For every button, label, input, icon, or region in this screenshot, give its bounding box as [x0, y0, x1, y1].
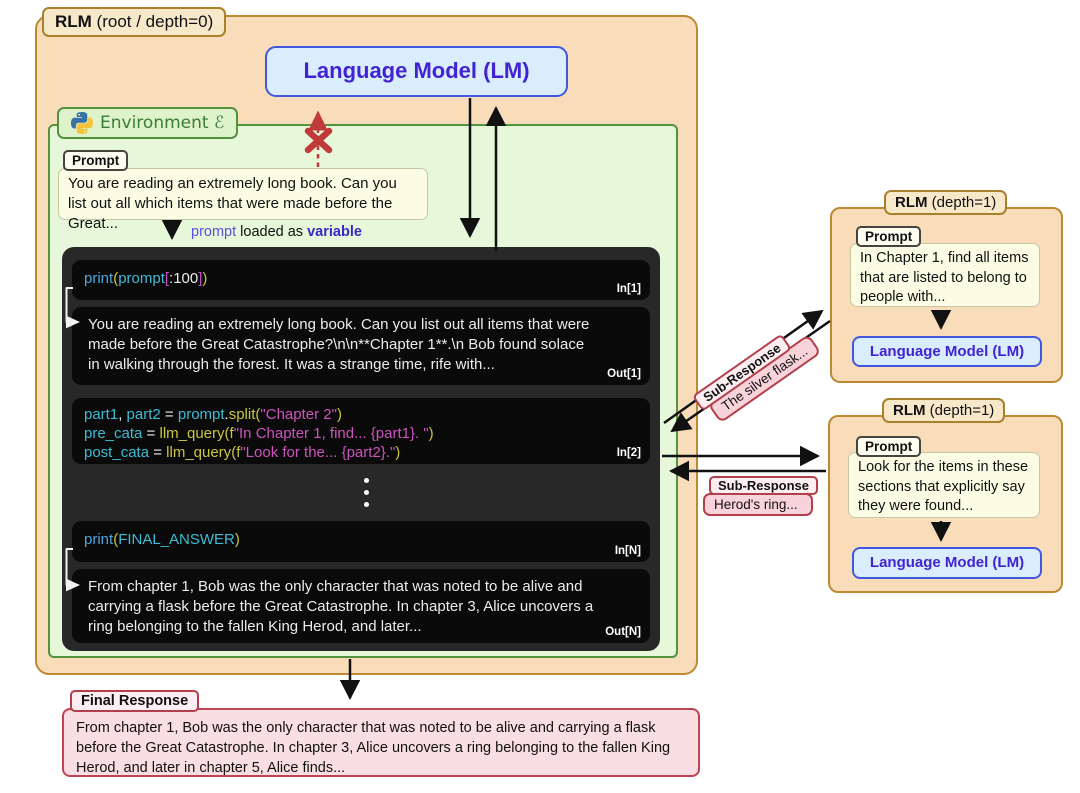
repl-cell-inN: print(FINAL_ANSWER) In[N]	[72, 521, 650, 562]
root-prompt-box: You are reading an extremely long book. …	[58, 168, 428, 220]
cell-label-in2: In[2]	[617, 447, 641, 459]
code-in2-line1: part1, part2 = prompt.split("Chapter 2")	[84, 405, 638, 424]
sub-rlm-1-prompt-label: Prompt	[856, 226, 921, 247]
language-model-root-box: Language Model (LM)	[265, 46, 568, 97]
sub-rlm-1-tab: RLM (depth=1)	[884, 190, 1007, 215]
environment-tab-label: Environment ℰ	[100, 113, 224, 133]
sub-response-2-text: Herod's ring...	[703, 493, 813, 516]
code-in1: print(prompt[:100])	[72, 260, 650, 297]
final-response-box: From chapter 1, Bob was the only charact…	[62, 708, 700, 777]
cell-label-in1: In[1]	[617, 283, 641, 295]
sub-rlm-2-prompt-label: Prompt	[856, 436, 921, 457]
code-inN: print(FINAL_ANSWER)	[72, 521, 650, 558]
root-prompt-label: Prompt	[63, 150, 128, 171]
final-response-label: Final Response	[70, 690, 199, 712]
rlm-root-tab: RLM (root / depth=0)	[42, 7, 226, 37]
note-variable-token: variable	[307, 224, 362, 240]
sub-response-2-label: Sub-Response	[709, 476, 818, 495]
repl-cell-in1: print(prompt[:100]) In[1]	[72, 260, 650, 300]
sub-rlm-2-tab: RLM (depth=1)	[882, 398, 1005, 423]
sub-rlm-1-tab-subtitle: (depth=1)	[928, 194, 997, 211]
rlm-root-tab-subtitle: (root / depth=0)	[92, 12, 213, 31]
sub-rlm-2-prompt-box: Look for the items in these sections tha…	[848, 452, 1040, 518]
code-in2-line2: pre_cata = llm_query(f"In Chapter 1, fin…	[84, 424, 638, 443]
repl-cell-out1: You are reading an extremely long book. …	[72, 307, 650, 385]
cell-label-outN: Out[N]	[605, 626, 641, 638]
sub-rlm-2-tab-subtitle: (depth=1)	[926, 402, 995, 419]
python-logo-icon	[71, 112, 93, 134]
cell-label-out1: Out[1]	[607, 368, 641, 380]
output-outN: From chapter 1, Bob was the only charact…	[72, 569, 650, 643]
note-plain: loaded as	[236, 224, 307, 240]
repl-cell-in2: part1, part2 = prompt.split("Chapter 2")…	[72, 398, 650, 464]
prompt-loaded-note: prompt loaded as variable	[191, 224, 362, 240]
cell-label-inN: In[N]	[615, 545, 641, 557]
repl-cell-outN: From chapter 1, Bob was the only charact…	[72, 569, 650, 643]
output-out1: You are reading an extremely long book. …	[72, 307, 650, 383]
sub-rlm-1-tab-title: RLM	[895, 194, 928, 211]
environment-tab: Environment ℰ	[57, 107, 238, 139]
note-prompt-token: prompt	[191, 224, 236, 240]
repl-container: print(prompt[:100]) In[1] You are readin…	[62, 247, 660, 651]
code-in2-line3: post_cata = llm_query(f"Look for the... …	[84, 443, 638, 462]
rlm-root-tab-title: RLM	[55, 12, 92, 31]
sub-rlm-2-lm-box: Language Model (LM)	[852, 547, 1042, 579]
sub-rlm-2-tab-title: RLM	[893, 402, 926, 419]
sub-rlm-1-lm-box: Language Model (LM)	[852, 336, 1042, 367]
diagram-canvas: RLM (root / depth=0) Language Model (LM)…	[0, 0, 1080, 793]
sub-rlm-1-prompt-box: In Chapter 1, find all items that are li…	[850, 243, 1040, 307]
